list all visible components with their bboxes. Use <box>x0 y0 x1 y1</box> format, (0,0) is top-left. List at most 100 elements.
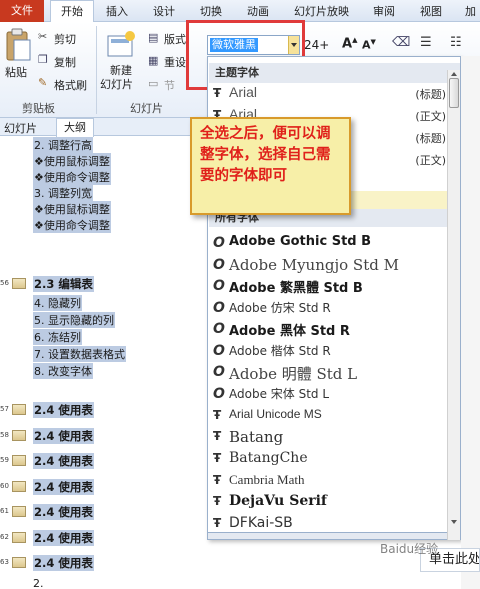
tab-file[interactable]: 文件 <box>0 0 44 22</box>
slide-editor-area[interactable] <box>461 56 480 589</box>
ribbon-tab-bar: 文件 开始 插入 设计 切换 动画 幻灯片放映 审阅 视图 加 <box>0 0 480 23</box>
tab-addins[interactable]: 加 <box>465 3 476 19</box>
slide-number: 60 <box>0 482 9 490</box>
slide-icon[interactable] <box>12 481 26 492</box>
truetype-icon: Ŧ <box>213 494 222 508</box>
outline-pane[interactable]: 2. 调整行高 ❖使用鼠标调整 ❖使用命令调整 3. 调整列宽 ❖使用鼠标调整 ❖使用命令… <box>0 137 205 589</box>
reset-icon: ▦ <box>148 54 159 67</box>
outline-line[interactable]: 2.3 编辑表 <box>33 276 94 292</box>
outline-line[interactable]: 3. 调整列宽 <box>33 185 93 201</box>
outline-line[interactable]: 2.4 使用表 <box>33 555 94 571</box>
outline-line[interactable]: ❖使用命令调整 <box>33 169 111 185</box>
outline-line[interactable]: 2. 调整行高 <box>33 137 93 153</box>
grow-font-icon[interactable]: A▲ <box>342 36 357 51</box>
slide-number: 58 <box>0 431 9 439</box>
outline-line[interactable]: ❖使用命令调整 <box>33 217 111 233</box>
font-item[interactable]: Adobe 宋体 Std L <box>229 385 329 402</box>
tab-slides[interactable]: 幻灯片 <box>4 120 37 136</box>
section-button[interactable]: 节 <box>164 77 175 93</box>
reset-button[interactable]: 重设 <box>164 54 186 70</box>
outline-line[interactable]: 2. <box>33 577 44 589</box>
font-item[interactable]: Adobe 明體 Std L <box>229 363 357 384</box>
font-item[interactable]: Adobe 楷体 Std R <box>229 342 331 359</box>
scroll-down-icon[interactable] <box>451 520 457 524</box>
outline-line[interactable]: 8. 改变字体 <box>33 363 93 379</box>
scrollbar-thumb[interactable] <box>449 78 459 108</box>
layout-icon: ▤ <box>148 31 159 44</box>
annotation-callout: 全选之后，便可以调整字体，选择自己需要的字体即可 <box>190 117 351 215</box>
font-item[interactable]: Adobe Myungjo Std M <box>229 256 399 274</box>
tab-slideshow[interactable]: 幻灯片放映 <box>294 3 349 19</box>
font-item[interactable]: Adobe 繁黑體 Std B <box>229 277 363 296</box>
outline-line[interactable]: 2.4 使用表 <box>33 402 94 418</box>
numbering-icon[interactable]: ☷ <box>450 35 462 50</box>
new-slide-button-line2[interactable]: 幻灯片 <box>100 76 133 92</box>
slide-number: 57 <box>0 405 9 413</box>
truetype-icon: Ŧ <box>213 408 222 422</box>
font-item[interactable]: DFKai-SB <box>229 515 293 531</box>
outline-line[interactable]: 5. 显示隐藏的列 <box>33 312 115 328</box>
outline-line[interactable]: ❖使用鼠标调整 <box>33 201 111 217</box>
opentype-icon: O <box>213 257 225 273</box>
tab-transitions[interactable]: 切换 <box>200 3 222 19</box>
paste-button[interactable]: 粘贴 <box>5 64 27 80</box>
font-item[interactable]: Cambria Math <box>229 472 304 488</box>
paste-icon[interactable] <box>4 28 32 64</box>
shrink-font-icon[interactable]: A▼ <box>362 38 376 52</box>
outline-line[interactable]: 4. 隐藏列 <box>33 295 82 311</box>
dropdown-resize-bar[interactable] <box>207 532 461 540</box>
clear-format-icon[interactable]: ⌫ <box>392 35 410 50</box>
new-slide-icon[interactable] <box>106 30 136 60</box>
truetype-icon: Ŧ <box>213 451 222 465</box>
outline-line[interactable]: 2.4 使用表 <box>33 530 94 546</box>
font-item[interactable]: Arial Unicode MS <box>229 407 322 421</box>
theme-font-role: (标题) <box>415 88 446 101</box>
cut-button[interactable]: 剪切 <box>54 31 76 47</box>
font-size-box[interactable]: 24+ <box>304 38 329 52</box>
tab-animations[interactable]: 动画 <box>247 3 269 19</box>
slide-icon[interactable] <box>12 532 26 543</box>
font-item[interactable]: BatangChe <box>229 450 308 466</box>
tab-outline[interactable]: 大纲 <box>56 118 94 137</box>
layout-button[interactable]: 版式 <box>164 31 186 47</box>
slide-number: 62 <box>0 533 9 541</box>
outline-line[interactable]: 2.4 使用表 <box>33 428 94 444</box>
slide-icon[interactable] <box>12 455 26 466</box>
format-painter-button[interactable]: 格式刷 <box>54 77 87 93</box>
slide-number: 59 <box>0 456 9 464</box>
scroll-up-icon[interactable] <box>451 72 457 76</box>
outline-line[interactable]: 2.4 使用表 <box>33 453 94 469</box>
font-item[interactable]: Adobe 仿宋 Std R <box>229 299 331 316</box>
copy-button[interactable]: 复制 <box>54 54 76 70</box>
outline-line[interactable]: 2.4 使用表 <box>33 504 94 520</box>
slide-icon[interactable] <box>12 557 26 568</box>
dropdown-scrollbar[interactable] <box>447 70 460 540</box>
tab-design[interactable]: 设计 <box>153 3 175 19</box>
tab-insert[interactable]: 插入 <box>106 3 128 19</box>
tab-review[interactable]: 审阅 <box>373 3 395 19</box>
font-item[interactable]: DejaVu Serif <box>229 493 327 509</box>
panel-tabs: 幻灯片 大纲 <box>0 118 205 137</box>
font-item[interactable]: Adobe Gothic Std B <box>229 234 371 249</box>
tab-home[interactable]: 开始 <box>50 0 94 23</box>
tab-view[interactable]: 视图 <box>420 3 442 19</box>
bullets-icon[interactable]: ☰ <box>420 35 432 50</box>
opentype-icon: O <box>213 300 225 316</box>
slide-icon[interactable] <box>12 430 26 441</box>
font-item[interactable]: Adobe 黑体 Std R <box>229 320 350 339</box>
slide-icon[interactable] <box>12 278 26 289</box>
truetype-icon: Ŧ <box>213 516 222 530</box>
opentype-icon: O <box>213 235 225 251</box>
outline-line[interactable]: ❖使用鼠标调整 <box>33 153 111 169</box>
outline-line[interactable]: 2.4 使用表 <box>33 479 94 495</box>
slide-icon[interactable] <box>12 506 26 517</box>
theme-font-role: (正文) <box>415 154 446 167</box>
slide-icon[interactable] <box>12 404 26 415</box>
clipboard-group-label: 剪贴板 <box>22 102 55 115</box>
theme-fonts-header: 主题字体 <box>209 63 460 83</box>
outline-line[interactable]: 7. 设置数据表格式 <box>33 346 126 362</box>
font-item[interactable]: Batang <box>229 428 283 446</box>
outline-line[interactable]: 6. 冻结列 <box>33 329 82 345</box>
theme-font-item[interactable]: Arial <box>229 84 257 100</box>
theme-font-role: (正文) <box>415 110 446 123</box>
